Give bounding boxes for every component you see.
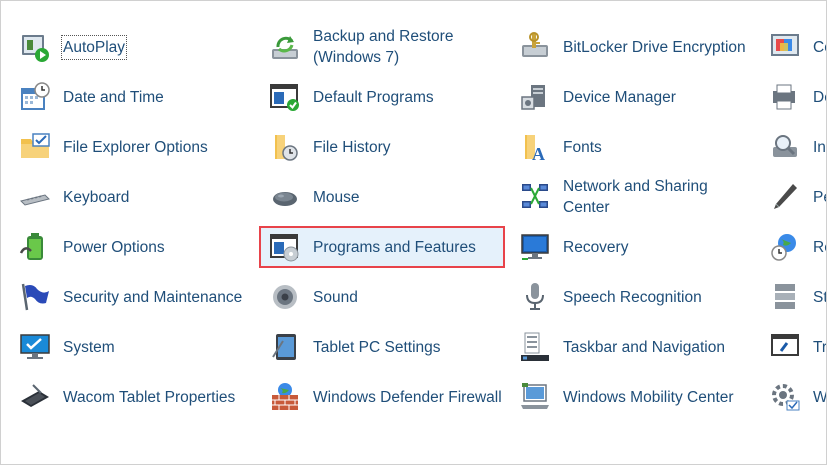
item-bitlocker[interactable]: BitLocker Drive Encryption xyxy=(518,22,768,72)
system-monitor-icon xyxy=(18,330,52,364)
programs-features-icon xyxy=(268,230,302,264)
item-file-history[interactable]: File History xyxy=(268,122,518,172)
recovery-icon xyxy=(518,230,552,264)
control-panel-items-grid: AutoPlay Backup and Restore (Windows 7) … xyxy=(1,1,827,422)
item-label: File History xyxy=(313,138,391,156)
item-fonts[interactable]: A Fonts xyxy=(518,122,768,172)
mobility-center-icon xyxy=(518,380,552,414)
autoplay-icon xyxy=(18,30,52,64)
network-icon xyxy=(518,180,552,214)
pen-icon xyxy=(768,180,802,214)
battery-icon xyxy=(18,230,52,264)
item-backup-restore[interactable]: Backup and Restore (Windows 7) xyxy=(268,22,518,72)
item-programs-features[interactable]: Programs and Features xyxy=(259,222,518,272)
item-label: St xyxy=(813,288,827,306)
item-file-explorer-options[interactable]: File Explorer Options xyxy=(18,122,268,172)
item-default-programs[interactable]: Default Programs xyxy=(268,72,518,122)
item-power-options[interactable]: Power Options xyxy=(18,222,268,272)
item-autoplay[interactable]: AutoPlay xyxy=(18,22,268,72)
item-label: File Explorer Options xyxy=(63,138,208,156)
work-folders-icon xyxy=(768,380,802,414)
wacom-tablet-icon xyxy=(18,380,52,414)
item-label: De xyxy=(813,88,826,106)
item-network-sharing[interactable]: Network and Sharing Center xyxy=(518,172,768,222)
item-sound[interactable]: Sound xyxy=(268,272,518,322)
item-mouse[interactable]: Mouse xyxy=(268,172,518,222)
item-label: Pe xyxy=(813,188,826,206)
item-wacom-tablet[interactable]: Wacom Tablet Properties xyxy=(18,372,268,422)
control-panel-window: AutoPlay Backup and Restore (Windows 7) … xyxy=(0,0,827,465)
folder-check-icon xyxy=(18,130,52,164)
item-region[interactable]: Re xyxy=(768,222,826,272)
speaker-icon xyxy=(268,280,302,314)
item-windows-defender-firewall[interactable]: Windows Defender Firewall xyxy=(268,372,518,422)
microphone-icon xyxy=(518,280,552,314)
item-pen-touch[interactable]: Pe xyxy=(768,172,826,222)
fonts-folder-icon: A xyxy=(518,130,552,164)
mouse-icon xyxy=(268,180,302,214)
item-label: Tablet PC Settings xyxy=(313,338,441,356)
item-label: Re xyxy=(813,238,826,256)
item-label: Power Options xyxy=(63,238,165,256)
svg-text:A: A xyxy=(532,144,545,163)
default-programs-icon xyxy=(268,80,302,114)
item-label: Sound xyxy=(313,288,358,306)
item-label: Programs and Features xyxy=(313,238,476,256)
item-date-time[interactable]: Date and Time xyxy=(18,72,268,122)
item-troubleshooting[interactable]: Tr xyxy=(768,322,827,372)
item-speech-recognition[interactable]: Speech Recognition xyxy=(518,272,768,322)
item-label: Taskbar and Navigation xyxy=(563,338,725,356)
keyboard-icon xyxy=(18,180,52,214)
troubleshooting-icon xyxy=(768,330,802,364)
item-label: Tr xyxy=(813,338,827,356)
item-label: In xyxy=(813,138,826,156)
region-globe-icon xyxy=(768,230,802,264)
item-label: Backup and Restore (Windows 7) xyxy=(313,28,454,66)
item-taskbar-navigation[interactable]: Taskbar and Navigation xyxy=(518,322,768,372)
item-label: Device Manager xyxy=(563,88,676,106)
indexing-icon xyxy=(768,130,802,164)
item-system[interactable]: System xyxy=(18,322,268,372)
item-tablet-pc-settings[interactable]: Tablet PC Settings xyxy=(268,322,518,372)
item-label: Keyboard xyxy=(63,188,130,206)
backup-restore-icon xyxy=(268,30,302,64)
item-label: Network and Sharing Center xyxy=(563,178,708,216)
item-label: Windows Defender Firewall xyxy=(313,388,502,406)
item-label: Mouse xyxy=(313,188,360,206)
item-label: BitLocker Drive Encryption xyxy=(563,38,746,56)
file-history-icon xyxy=(268,130,302,164)
item-label: Windows Mobility Center xyxy=(563,388,734,406)
flag-icon xyxy=(18,280,52,314)
firewall-icon xyxy=(268,380,302,414)
item-label: Date and Time xyxy=(63,88,164,106)
item-label: W xyxy=(813,388,827,406)
item-label: Recovery xyxy=(563,238,629,256)
item-label: AutoPlay xyxy=(60,34,128,60)
item-label: System xyxy=(63,338,115,356)
item-windows-mobility-center[interactable]: Windows Mobility Center xyxy=(518,372,768,422)
taskbar-icon xyxy=(518,330,552,364)
item-storage-spaces[interactable]: St xyxy=(768,272,827,322)
bitlocker-icon xyxy=(518,30,552,64)
item-recovery[interactable]: Recovery xyxy=(518,222,768,272)
tablet-icon xyxy=(268,330,302,364)
calendar-clock-icon xyxy=(18,80,52,114)
item-label: Wacom Tablet Properties xyxy=(63,388,236,406)
storage-icon xyxy=(768,280,802,314)
item-device-manager[interactable]: Device Manager xyxy=(518,72,768,122)
item-devices-printers[interactable]: De xyxy=(768,72,826,122)
devices-printers-icon xyxy=(768,80,802,114)
item-label: Security and Maintenance xyxy=(63,288,243,306)
item-color-management[interactable]: Co xyxy=(768,22,826,72)
item-indexing-options[interactable]: In xyxy=(768,122,826,172)
item-label: Default Programs xyxy=(313,88,434,106)
device-manager-icon xyxy=(518,80,552,114)
item-label: Co xyxy=(813,38,826,56)
item-label: Speech Recognition xyxy=(563,288,702,306)
item-label: Fonts xyxy=(563,138,602,156)
color-management-icon xyxy=(768,30,802,64)
item-work-folders[interactable]: W xyxy=(768,372,827,422)
item-keyboard[interactable]: Keyboard xyxy=(18,172,268,222)
item-security-maintenance[interactable]: Security and Maintenance xyxy=(18,272,268,322)
